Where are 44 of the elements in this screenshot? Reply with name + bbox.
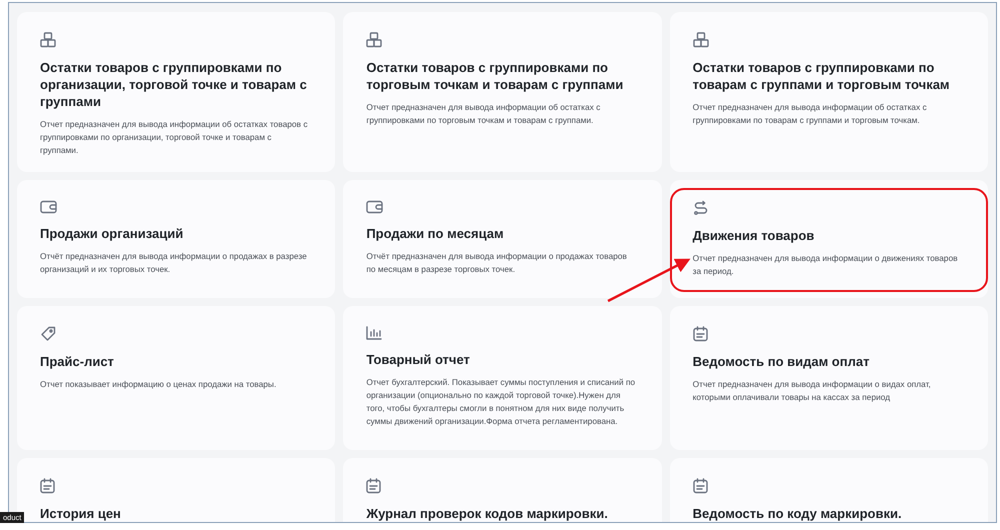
card-title: Ведомость по коду маркировки.: [692, 505, 902, 522]
report-card[interactable]: Журнал проверок кодов маркировки.: [343, 458, 662, 522]
card-description: Отчёт предназначен для вывода информации о продажах товаров по месяцам в разрезе торговых точек.: [366, 250, 628, 276]
card-description: Отчет предназначен для вывода информации об остатках с группировками по торговым точкам и товарам с группами.: [366, 101, 602, 127]
tag-icon: [40, 326, 56, 342]
card-description: Отчет бухгалтерский. Показывает суммы поступления и списаний по организации (опционально по каждой торговой точке).Нужен для того, чтобы бухгалтеры смогли в понятном для них виде получить суммы движений организации.Форма отчета регламентирована.: [366, 376, 636, 428]
card-description: Отчет показывает информацию о ценах продажи на товары.: [40, 378, 276, 391]
calendar-icon: [692, 326, 708, 342]
card-description: Отчет предназначен для вывода информации об остатках с группировками по товарам с группами и торговым точкам.: [692, 101, 928, 127]
report-card[interactable]: Ведомость по коду маркировки.: [670, 458, 988, 522]
card-description: Отчет предназначен для вывода информации об остатках товаров с группировками по организации, торговой точке и товарам с группами.: [40, 118, 309, 157]
calendar-icon: [40, 478, 55, 494]
card-title: Ведомость по видам оплат: [692, 353, 870, 370]
card-description: Отчет предназначен для вывода информации о видах оплат, которыми оплачивали товары на кассах за период: [692, 378, 932, 404]
card-title: Продажи по месяцам: [366, 225, 504, 242]
report-card[interactable]: Остатки товаров с группировками по торговым точкам и товарам с группами Отчет предназначен для вывода информации об остатках с группировками по торговым точкам и товарам с группами.: [343, 12, 662, 172]
report-card[interactable]: Продажи организаций Отчёт предназначен для вывода информации о продажах в разрезе организаций и их торговых точек.: [17, 180, 336, 298]
route-icon: [692, 200, 709, 216]
boxes-icon: [366, 32, 382, 48]
card-description: Отчёт предназначен для вывода информации о продажах в разрезе организаций и их торговых точек.: [40, 250, 308, 276]
card-description: Отчет предназначен для вывода информации о движениях товаров за период.: [692, 252, 959, 278]
wallet-icon: [366, 200, 384, 214]
card-title: Остатки товаров с группировками по торговым точкам и товарам с группами: [366, 59, 624, 93]
bar-chart-icon: [366, 326, 382, 340]
boxes-icon: [692, 32, 709, 48]
boxes-icon: [40, 32, 56, 48]
report-card[interactable]: Продажи по месяцам Отчёт предназначен для вывода информации о продажах товаров по месяцам в разрезе торговых точек.: [343, 180, 662, 298]
report-card[interactable]: [17, 12, 336, 172]
card-title: Движения товаров: [692, 227, 814, 244]
report-card[interactable]: Прайс-лист Отчет показывает информацию о ценах продажи на товары.: [17, 306, 336, 450]
card-title: Остатки товаров с группировками по организации, торговой точке и товарам с группами: [40, 59, 308, 110]
card-title: История цен: [40, 505, 121, 522]
card-title: Остатки товаров с группировками по товарам с группами и торговым точкам: [692, 59, 951, 93]
report-card[interactable]: Движения товаров Отчет предназначен для вывода информации о движениях товаров за период.: [670, 180, 988, 298]
report-card[interactable]: Ведомость по видам оплат Отчет предназначен для вывода информации о видах оплат, которыми оплачивали товары на кассах за период: [670, 306, 988, 450]
wallet-icon: [40, 200, 57, 214]
card-title: Продажи организаций: [40, 225, 184, 242]
calendar-icon: [366, 478, 382, 494]
report-card[interactable]: [343, 306, 662, 450]
card-title: Прайс-лист: [40, 353, 114, 370]
card-title: Товарный отчет: [366, 351, 470, 368]
calendar-icon: [692, 478, 708, 494]
card-title: Журнал проверок кодов маркировки.: [366, 505, 608, 522]
report-card[interactable]: Остатки товаров с группировками по товарам с группами и торговым точкам Отчет предназначен для вывода информации об остатках с группировками по товарам с группами и торговым точкам.: [670, 12, 988, 172]
